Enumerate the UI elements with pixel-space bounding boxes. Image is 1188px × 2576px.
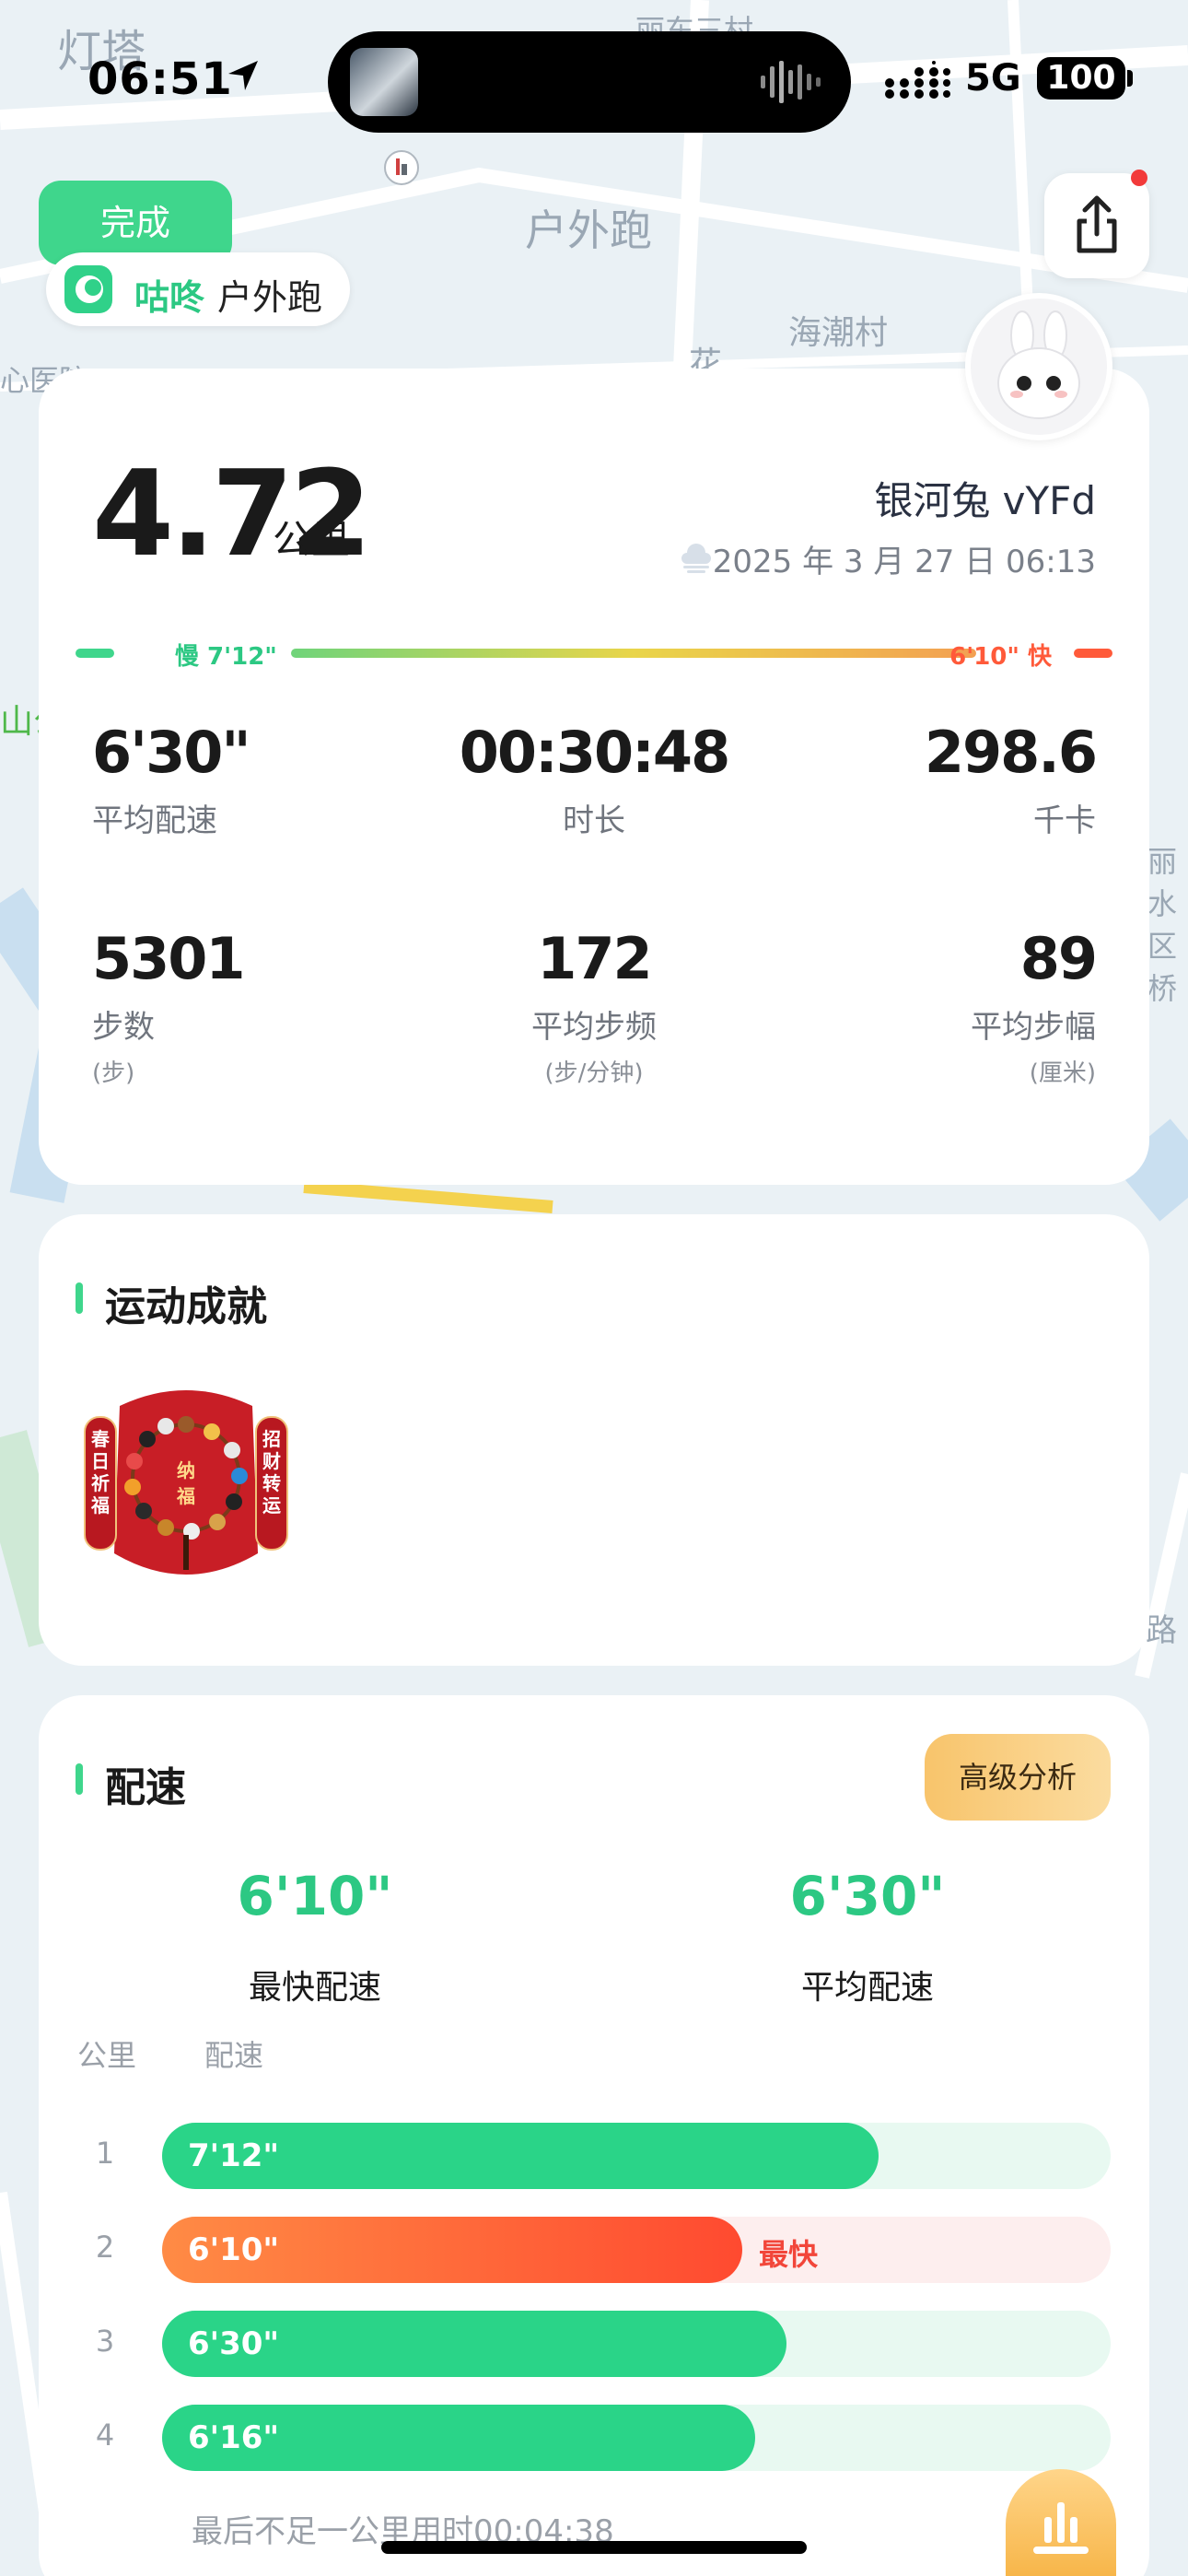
map-label: 路 [1146, 1612, 1177, 1649]
map-label: 丽水区桥 [1147, 844, 1178, 1006]
stat-value: 5301 [92, 925, 246, 992]
distance-unit: 公里 [273, 517, 351, 562]
stat-value: 6'30" [92, 719, 251, 786]
map-label: 户外跑 [525, 205, 652, 255]
split-bar: 6'10" [162, 2217, 742, 2283]
split-track: 6'30" [162, 2311, 1111, 2377]
stat-steps: 5301 步数 (步) [92, 925, 424, 1088]
split-pace: 6'30" [188, 2325, 280, 2362]
split-row: 3 6'30" [77, 2311, 1111, 2377]
map-pin-icon [384, 150, 419, 185]
split-pace: 7'12" [188, 2137, 280, 2174]
pace-gradient-bar [291, 649, 976, 658]
brand-name: 咕咚 [134, 277, 205, 318]
average-pace: 6'30" 平均配速 [683, 1865, 1052, 2008]
split-track: 7'12" [162, 2123, 1111, 2189]
column-header-pace: 配速 [204, 2038, 264, 2073]
split-km: 4 [95, 2418, 115, 2453]
network-type: 5G [965, 57, 1021, 100]
achievements-title: 运动成就 [105, 1283, 267, 1330]
username[interactable]: 银河兔 vYFd [874, 470, 1096, 526]
stat-label: 平均配速 [92, 802, 217, 839]
share-button[interactable] [1044, 173, 1149, 278]
split-pace: 6'16" [188, 2419, 280, 2456]
home-indicator[interactable] [381, 2541, 807, 2554]
stat-stride: 89 平均步幅 (厘米) [764, 925, 1098, 1088]
split-row: 1 7'12" [77, 2123, 1111, 2189]
stat-value: 298.6 [924, 719, 1098, 786]
stat-label: 平均步频 [531, 1009, 657, 1046]
stat-unit: (步/分钟) [544, 1060, 644, 1087]
slow-pace-label: 慢 7'12" [175, 643, 277, 671]
section-accent [76, 1282, 83, 1314]
badge-text-center: 纳福 [177, 1459, 195, 1507]
split-bar: 6'16" [162, 2405, 755, 2471]
split-row: 4 6'16" [77, 2405, 1111, 2471]
pace-card: 配速 高级分析 6'10" 最快配速 6'30" 平均配速 公里 配速 1 7'1… [39, 1695, 1149, 2576]
split-row: 2 6'10" 最快 [77, 2217, 1111, 2283]
advanced-analysis-button[interactable]: 高级分析 [925, 1734, 1111, 1821]
split-pace: 6'10" [188, 2231, 280, 2268]
split-track: 6'16" [162, 2405, 1111, 2471]
stat-label: 时长 [563, 802, 625, 839]
fastest-tag: 最快 [759, 2237, 819, 2272]
fastest-pace: 6'10" 最快配速 [131, 1865, 499, 2008]
fast-pace-swatch [1074, 649, 1112, 658]
fastest-pace-value: 6'10" [237, 1865, 393, 1927]
stat-cadence: 172 平均步频 (步/分钟) [428, 925, 760, 1088]
share-icon [1077, 195, 1117, 253]
cellular-signal-icon [885, 61, 950, 99]
pace-title: 配速 [105, 1764, 186, 1811]
split-track: 6'10" 最快 [162, 2217, 1111, 2283]
now-playing-artwork [350, 48, 418, 116]
battery-indicator: 100 [1037, 57, 1125, 100]
location-arrow-icon [228, 61, 258, 90]
slow-pace-swatch [76, 649, 114, 658]
split-bar: 6'30" [162, 2311, 786, 2377]
average-pace-value: 6'30" [789, 1865, 946, 1927]
stat-value: 00:30:48 [459, 719, 730, 786]
brand-chip: 咕咚 户外跑 [46, 252, 350, 326]
stat-unit: (厘米) [1029, 1060, 1096, 1087]
stat-label: 千卡 [1033, 802, 1096, 839]
achievement-badge[interactable]: 春日祈福 纳福 招财转运 [83, 1378, 289, 1585]
run-datetime: 2025 年 3 月 27 日 06:13 [712, 544, 1096, 580]
battery-tip [1127, 70, 1133, 87]
section-accent [76, 1763, 83, 1795]
stat-calories: 298.6 千卡 [764, 719, 1098, 840]
stat-duration: 00:30:48 时长 [428, 719, 760, 840]
split-km: 1 [95, 2136, 115, 2171]
avatar[interactable] [965, 293, 1112, 440]
status-time: 06:51 [87, 53, 233, 105]
audio-waveform-icon [761, 61, 821, 103]
achievements-card: 运动成就 春日祈福 纳福 招财转运 [39, 1214, 1149, 1666]
stat-value: 172 [537, 925, 652, 992]
map-label: 海潮村 [788, 314, 889, 352]
status-bar: 06:51 5G 100 [0, 0, 1188, 147]
notification-dot [1131, 170, 1147, 186]
trophy-stand-icon [1033, 2502, 1089, 2554]
split-bar: 7'12" [162, 2123, 879, 2189]
codoon-logo-icon [64, 265, 112, 313]
pace-color-legend: 慢 7'12" 6'10" 快 [76, 636, 1112, 671]
activity-type: 户外跑 [217, 277, 323, 318]
stat-avg-pace: 6'30" 平均配速 [92, 719, 424, 840]
badge-text-left: 春日祈福 [91, 1428, 110, 1516]
stat-unit: (步) [92, 1060, 135, 1087]
average-pace-label: 平均配速 [800, 1969, 934, 2007]
fast-pace-label: 6'10" 快 [949, 643, 1052, 671]
stat-label: 平均步幅 [971, 1009, 1096, 1046]
split-km: 2 [95, 2230, 115, 2265]
stat-label: 步数 [92, 1009, 155, 1046]
column-header-km: 公里 [77, 2038, 137, 2073]
dynamic-island[interactable] [328, 31, 851, 133]
badge-text-right: 招财转运 [262, 1428, 281, 1516]
fastest-pace-label: 最快配速 [248, 1969, 381, 2007]
run-summary-card: 4.72 公里 银河兔 vYFd 2025 年 3 月 27 日 06:13 慢… [39, 369, 1149, 1185]
split-km: 3 [95, 2324, 115, 2359]
floating-action-button[interactable] [1006, 2469, 1116, 2576]
stat-value: 89 [1019, 925, 1098, 992]
rabbit-avatar-icon [997, 310, 1080, 419]
